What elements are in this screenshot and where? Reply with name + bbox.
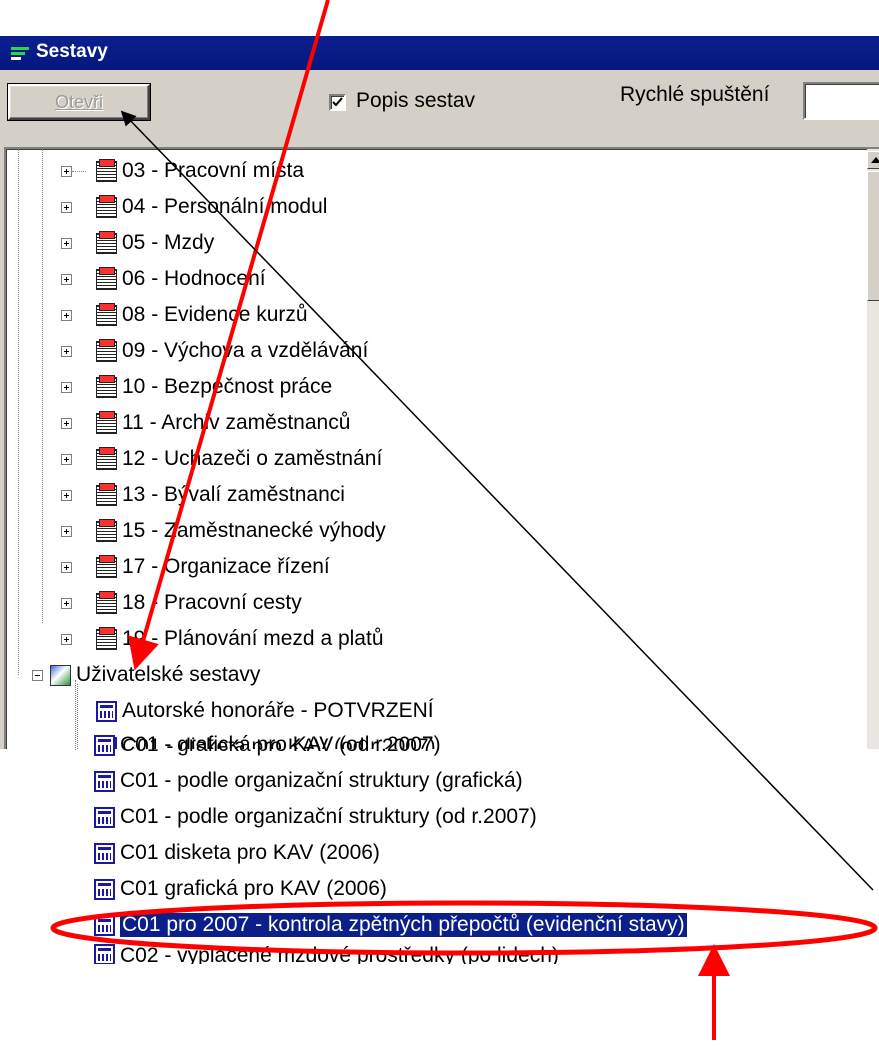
report-icon [94, 878, 115, 900]
report-icon [94, 944, 115, 964]
tree-item-label: C01 - podle organizační struktury (od r.… [120, 805, 537, 828]
report-list-continued: C01 - grafická pro KAV (od r.2007) C01 -… [0, 0, 879, 1046]
tree-item-label: C02 - vyplacené mzdové prostředky (po li… [120, 944, 559, 964]
report-icon [94, 806, 115, 828]
report-icon [94, 842, 115, 864]
tree-item-label: C01 pro 2007 - kontrola zpětných přepočt… [120, 913, 687, 937]
tree-connector-user [75, 680, 76, 750]
report-icon [94, 914, 115, 936]
tree-item-label: C01 - grafická pro KAV (od r.2007) [120, 733, 441, 756]
tree-item-report[interactable]: C01 disketa pro KAV (2006) [94, 836, 380, 870]
page-background [0, 964, 879, 1046]
tree-item-report[interactable]: C01 - podle organizační struktury (od r.… [94, 800, 537, 834]
report-icon [94, 734, 115, 756]
tree-item-label: C01 disketa pro KAV (2006) [120, 841, 380, 864]
report-icon [94, 770, 115, 792]
tree-item-report-selected[interactable]: C01 pro 2007 - kontrola zpětných přepočt… [94, 908, 687, 942]
tree-item-report[interactable]: C02 - vyplacené mzdové prostředky (po li… [94, 944, 559, 964]
tree-item-report[interactable]: C01 - podle organizační struktury (grafi… [94, 764, 523, 798]
tree-item-label: C01 - podle organizační struktury (grafi… [120, 769, 523, 792]
tree-item-report[interactable]: C01 - grafická pro KAV (od r.2007) [94, 728, 441, 762]
tree-item-label: C01 grafická pro KAV (2006) [120, 877, 387, 900]
tree-item-report[interactable]: C01 grafická pro KAV (2006) [94, 872, 387, 906]
